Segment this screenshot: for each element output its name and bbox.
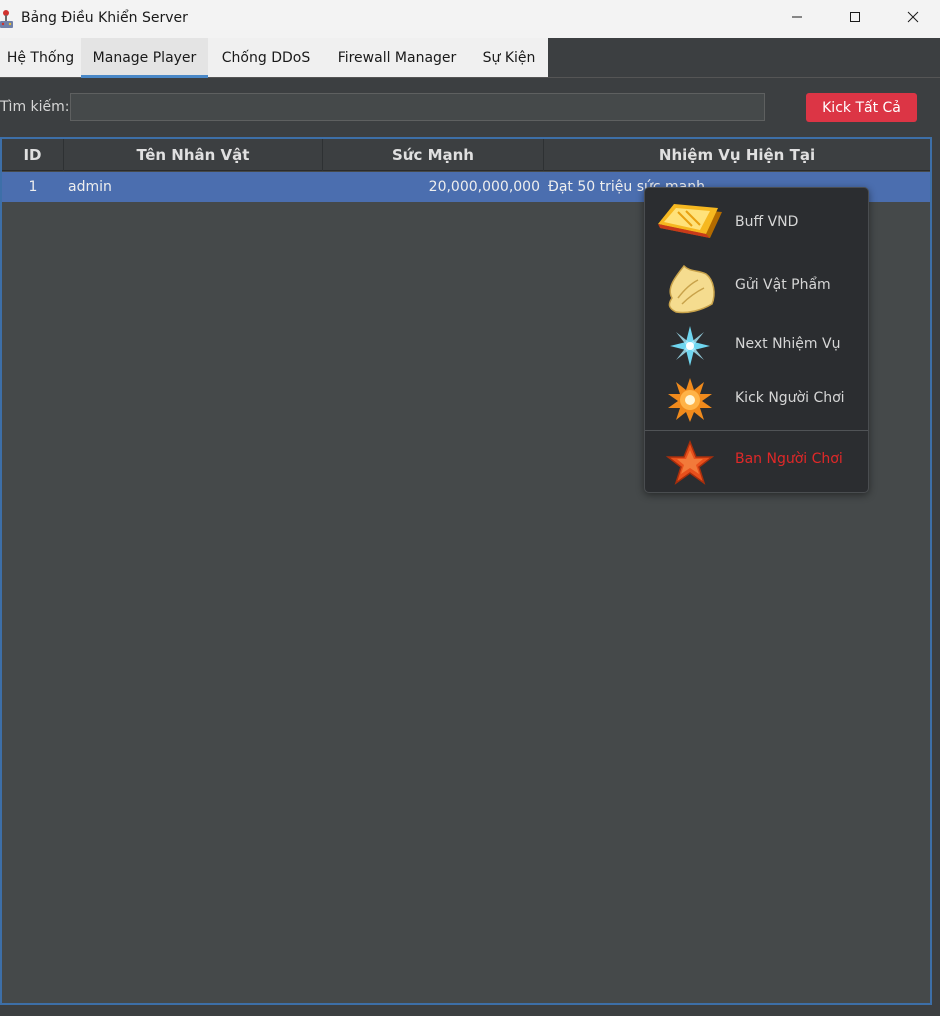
tab-firewall-manager[interactable]: Firewall Manager — [324, 38, 470, 77]
kick-all-button[interactable]: Kick Tất Cả — [806, 93, 917, 122]
title-bar: Bảng Điều Khiển Server — [0, 0, 940, 38]
tab-label: Sự Kiện — [482, 49, 536, 66]
tab-label: Chống DDoS — [221, 49, 311, 66]
cell-id: 1 — [28, 179, 38, 195]
burst-icon — [653, 378, 727, 422]
search-label: Tìm kiếm: — [0, 99, 70, 115]
minimize-icon — [791, 11, 803, 27]
context-menu: Buff VND Gửi Vật Phẩm Next Nhiệm Vụ Kick… — [644, 187, 869, 493]
table-header: ID Tên Nhân Vật Sức Mạnh Nhiệm Vụ Hiện T… — [2, 139, 930, 171]
menu-item-label: Buff VND — [735, 214, 799, 230]
tab-label: Hệ Thống — [6, 49, 75, 66]
tab-chong-ddos[interactable]: Chống DDoS — [208, 38, 324, 77]
menu-item-kick-nguoi-choi[interactable]: Kick Người Chơi — [645, 374, 868, 426]
column-header-quest[interactable]: Nhiệm Vụ Hiện Tại — [544, 139, 930, 171]
column-header-power[interactable]: Sức Mạnh — [323, 139, 544, 171]
menu-item-gui-vat-pham[interactable]: Gửi Vật Phẩm — [645, 256, 868, 318]
tab-label: Manage Player — [92, 49, 197, 66]
maximize-button[interactable] — [826, 0, 884, 38]
minimize-button[interactable] — [768, 0, 826, 38]
cell-name: admin — [68, 179, 112, 195]
close-button[interactable] — [884, 0, 940, 38]
menu-item-next-nhiem-vu[interactable]: Next Nhiệm Vụ — [645, 318, 868, 374]
maximize-icon — [849, 11, 861, 27]
menu-item-label: Ban Người Chơi — [735, 451, 843, 467]
cell-power: 20,000,000,000 — [428, 179, 540, 195]
menu-item-label: Kick Người Chơi — [735, 390, 845, 406]
menu-item-ban-nguoi-choi[interactable]: Ban Người Chơi — [645, 432, 868, 492]
menu-item-label: Gửi Vật Phẩm — [735, 277, 831, 293]
menu-item-buff-vnd[interactable]: Buff VND — [645, 188, 868, 256]
gold-bar-icon — [653, 198, 727, 248]
joystick-icon — [0, 9, 14, 29]
column-header-id[interactable]: ID — [2, 139, 64, 171]
tab-he-thong[interactable]: Hệ Thống — [0, 38, 81, 77]
tab-su-kien[interactable]: Sự Kiện — [470, 38, 548, 77]
tab-manage-player[interactable]: Manage Player — [81, 38, 208, 78]
tab-bar: Hệ Thống Manage Player Chống DDoS Firewa… — [0, 38, 940, 78]
menu-separator — [645, 430, 868, 431]
close-icon — [907, 11, 919, 27]
scroll-icon — [653, 258, 727, 318]
window-title: Bảng Điều Khiển Server — [21, 10, 188, 26]
search-input[interactable] — [70, 93, 765, 121]
column-header-name[interactable]: Tên Nhân Vật — [64, 139, 323, 171]
menu-item-label: Next Nhiệm Vụ — [735, 336, 841, 352]
tab-strip: Hệ Thống Manage Player Chống DDoS Firewa… — [0, 38, 548, 78]
sparkle-icon — [653, 326, 727, 366]
star-icon — [653, 440, 727, 486]
tab-label: Firewall Manager — [337, 49, 457, 66]
